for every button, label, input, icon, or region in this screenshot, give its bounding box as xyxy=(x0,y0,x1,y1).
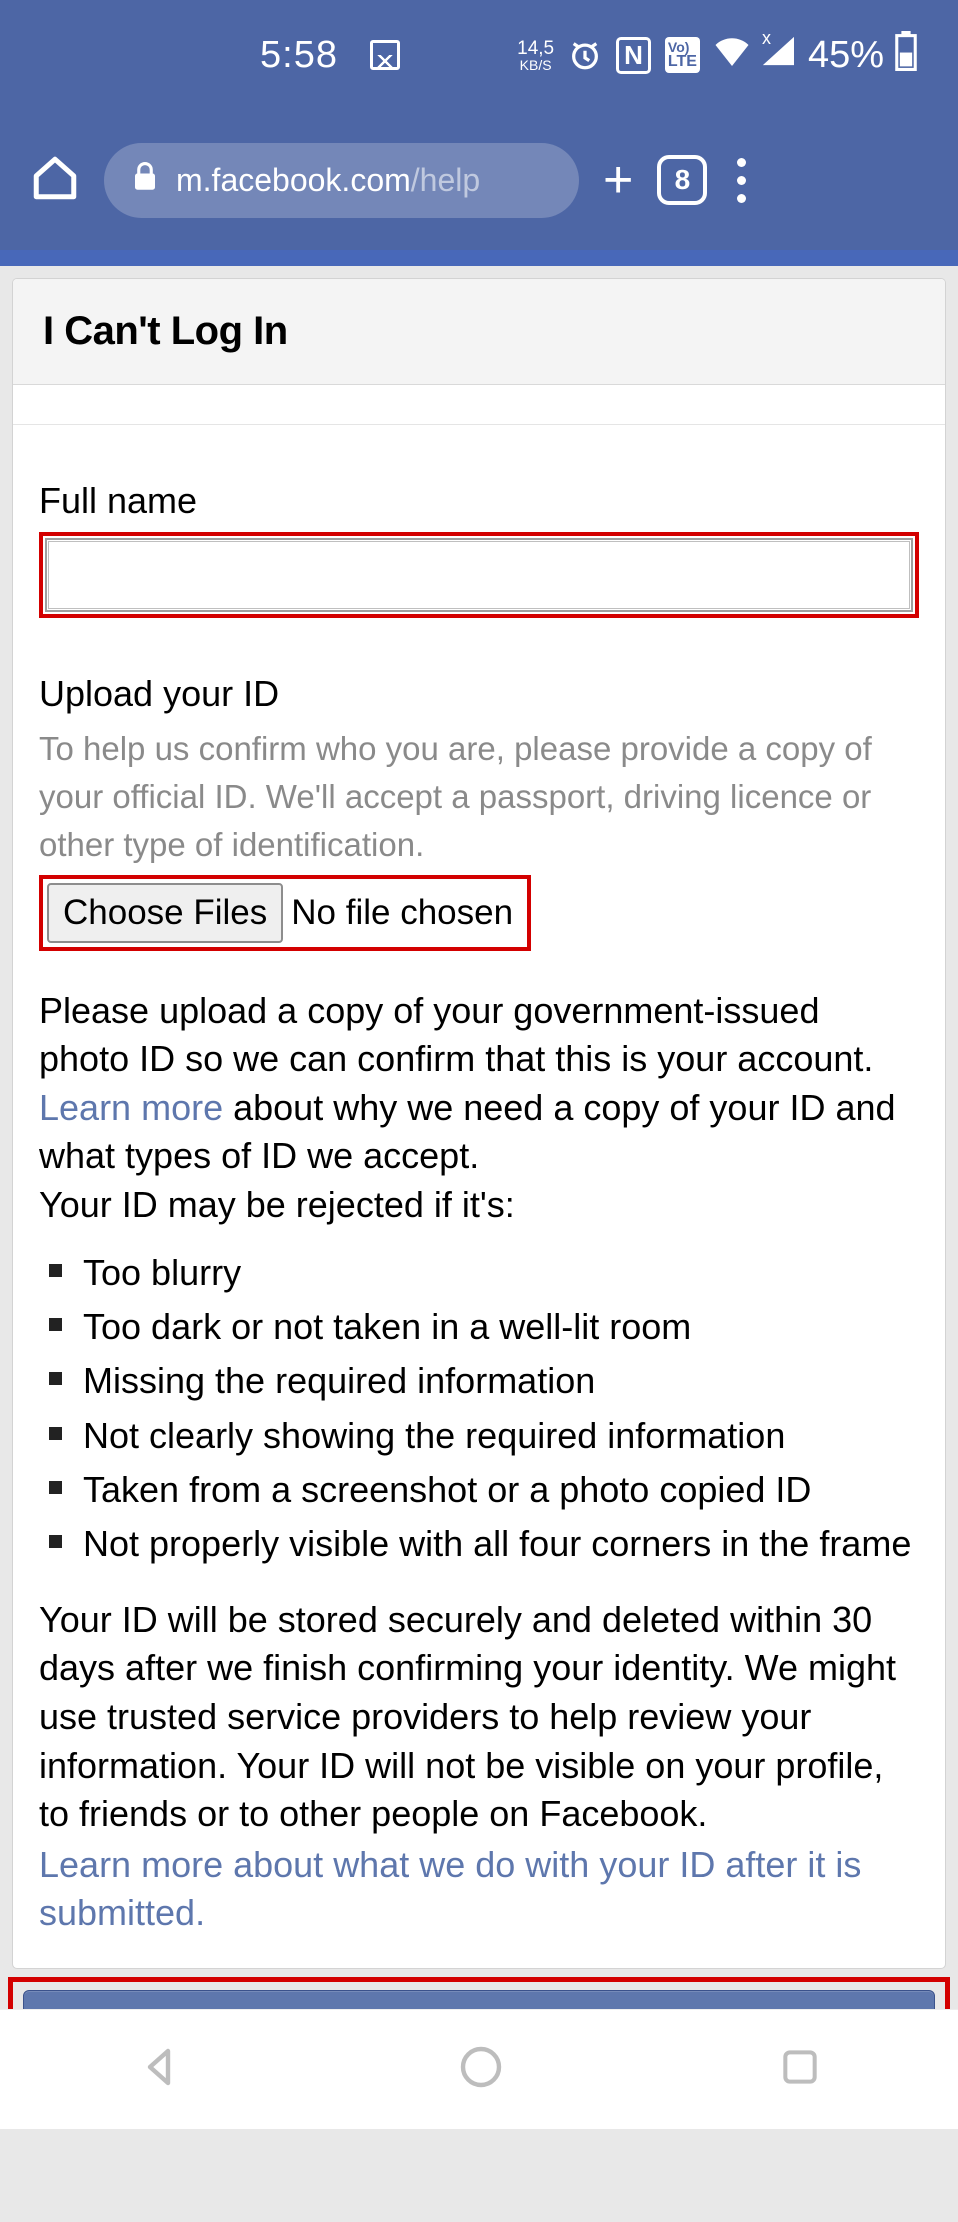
lock-icon xyxy=(132,161,158,199)
recents-button[interactable] xyxy=(778,2045,822,2094)
list-item: Taken from a screenshot or a photo copie… xyxy=(49,1465,919,1515)
screenshot-indicator-icon xyxy=(370,40,400,70)
learn-more-link[interactable]: Learn more xyxy=(39,1087,223,1128)
rejection-reasons-list: Too blurry Too dark or not taken in a we… xyxy=(49,1248,919,1570)
full-name-input[interactable] xyxy=(48,541,910,609)
browser-menu-button[interactable] xyxy=(731,152,752,209)
upload-instructions: Please upload a copy of your government-… xyxy=(39,987,919,1230)
android-nav-bar xyxy=(0,2009,958,2129)
page-header-strip xyxy=(0,250,958,266)
help-form-card: I Can't Log In Full name Upload your ID … xyxy=(12,278,946,1969)
instr-text-1: Please upload a copy of your government-… xyxy=(39,990,873,1080)
list-item: Too blurry xyxy=(49,1248,919,1298)
url-bar[interactable]: m.facebook.com/help xyxy=(104,143,579,218)
tab-count: 8 xyxy=(675,164,691,196)
status-time: 5:58 xyxy=(260,34,338,77)
file-status-text: No file chosen xyxy=(287,879,527,947)
alarm-icon xyxy=(568,38,602,72)
retention-notice: Your ID will be stored securely and dele… xyxy=(39,1596,919,1839)
list-item: Too dark or not taken in a well-lit room xyxy=(49,1302,919,1352)
upload-id-description: To help us confirm who you are, please p… xyxy=(39,725,919,869)
url-text: m.facebook.com/help xyxy=(176,162,480,199)
home-button[interactable] xyxy=(457,2043,505,2096)
page-title: I Can't Log In xyxy=(13,279,945,385)
volte-icon: Vo)LTE xyxy=(665,37,700,73)
kbps-value: 14,5 xyxy=(517,39,554,58)
tab-switcher-button[interactable]: 8 xyxy=(657,155,707,205)
home-icon[interactable] xyxy=(30,153,80,208)
battery-icon xyxy=(894,31,918,80)
new-tab-button[interactable]: + xyxy=(603,150,633,210)
cell-signal-icon: x xyxy=(760,36,794,75)
signal-x: x xyxy=(762,28,771,49)
file-upload-highlight: Choose Files No file chosen xyxy=(39,875,531,951)
kbps-unit: KB/S xyxy=(517,58,554,72)
id-policy-link[interactable]: Learn more about what we do with your ID… xyxy=(39,1841,919,1938)
browser-toolbar: m.facebook.com/help + 8 xyxy=(0,110,958,250)
back-button[interactable] xyxy=(136,2043,184,2096)
list-item: Not properly visible with all four corne… xyxy=(49,1519,919,1569)
wifi-icon xyxy=(714,35,750,76)
nfc-icon: N xyxy=(616,37,651,74)
battery-percent: 45% xyxy=(808,34,884,77)
upload-id-label: Upload your ID xyxy=(39,673,919,715)
android-status-bar: 5:58 14,5 KB/S N Vo)LTE x 45% xyxy=(0,0,958,110)
full-name-highlight xyxy=(39,532,919,618)
network-speed-indicator: 14,5 KB/S xyxy=(517,39,554,72)
list-item: Not clearly showing the required informa… xyxy=(49,1411,919,1461)
full-name-label: Full name xyxy=(39,480,919,522)
reject-intro: Your ID may be rejected if it's: xyxy=(39,1184,515,1225)
url-path: /help xyxy=(411,162,480,198)
choose-files-button[interactable]: Choose Files xyxy=(47,883,283,943)
url-host: m.facebook.com xyxy=(176,162,411,198)
list-item: Missing the required information xyxy=(49,1356,919,1406)
